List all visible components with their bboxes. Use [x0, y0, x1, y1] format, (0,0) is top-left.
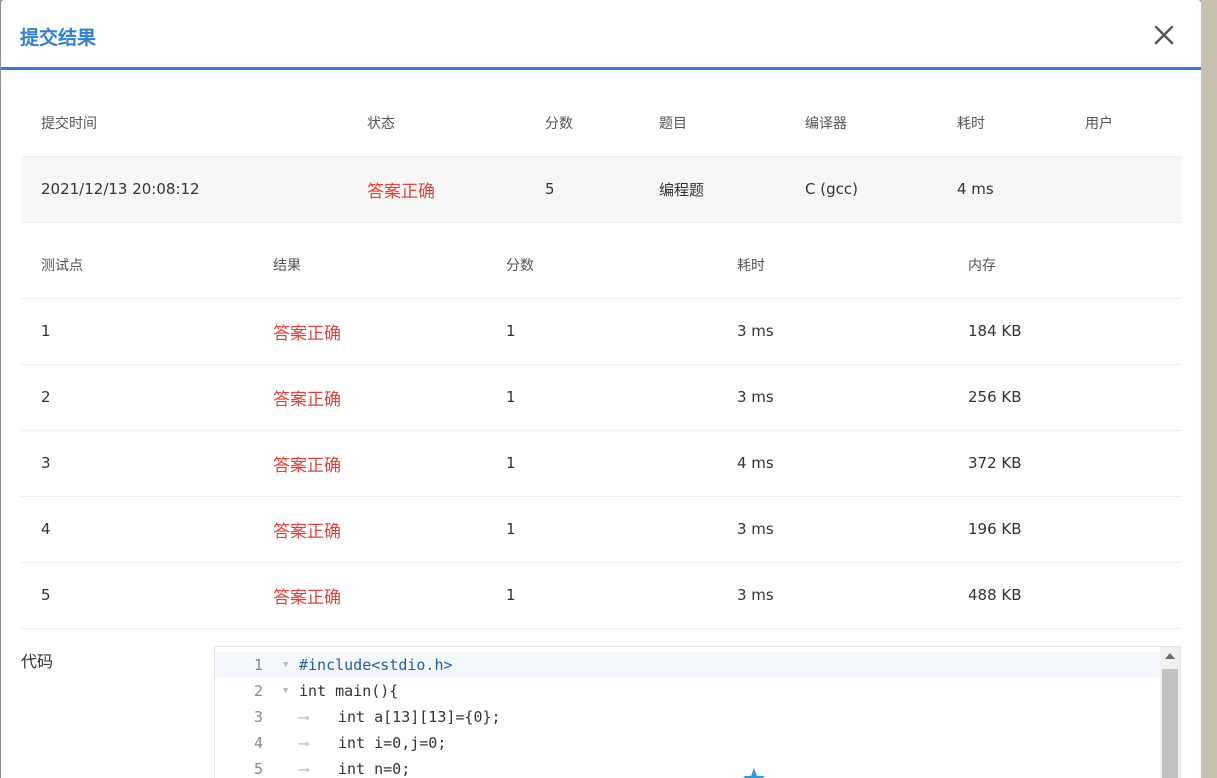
test-score: 1	[486, 562, 717, 629]
code-text: int i=0,j=0;	[338, 734, 447, 752]
test-memory: 372 KB	[948, 430, 1181, 497]
test-score: 1	[486, 298, 717, 365]
header-test-point: 测试点	[21, 232, 253, 299]
test-time: 4 ms	[717, 430, 948, 497]
line-number: 3	[253, 708, 263, 726]
header-test-time: 耗时	[717, 232, 948, 299]
code-line[interactable]: 3 ⟶ int a[13][13]={0};	[215, 704, 1162, 730]
line-number: 2	[253, 682, 263, 700]
header-status: 状态	[347, 90, 525, 157]
code-text: int a[13][13]={0};	[338, 708, 501, 726]
line-number: 5	[253, 760, 263, 778]
summary-row: 2021/12/13 20:08:12 答案正确 5 编程题 C (gcc) 4…	[21, 156, 1181, 223]
header-submit-time: 提交时间	[21, 90, 347, 157]
code-text: int main(){	[299, 682, 399, 700]
code-text: #include<stdio.h>	[299, 656, 453, 674]
code-line[interactable]: 2 ▼ int main(){	[215, 678, 1162, 704]
test-result: 答案正确	[253, 364, 486, 431]
header-result: 结果	[253, 232, 486, 299]
scroll-thumb[interactable]	[1162, 669, 1178, 778]
dialog-title: 提交结果	[20, 27, 97, 49]
close-button[interactable]	[1151, 22, 1177, 48]
code-line[interactable]: 4 ⟶ int i=0,j=0;	[215, 730, 1162, 756]
table-row: 3 答案正确 1 4 ms 372 KB	[21, 430, 1181, 497]
test-result: 答案正确	[253, 496, 486, 563]
code-text: int n=0;	[338, 760, 411, 778]
test-points-table: 测试点 结果 分数 耗时 内存 1 答案正确 1 3 ms 184 KB 2 答…	[21, 232, 1181, 629]
test-score: 1	[486, 496, 717, 563]
header-score: 分数	[525, 90, 639, 157]
test-point-id: 5	[21, 562, 253, 629]
table-row: 4 答案正确 1 3 ms 196 KB	[21, 496, 1181, 563]
test-point-id: 1	[21, 298, 253, 365]
status-badge: 答案正确	[347, 156, 525, 223]
summary-header-row: 提交时间 状态 分数 题目 编译器 耗时 用户	[21, 90, 1181, 157]
header-compiler: 编译器	[785, 90, 937, 157]
tests-header-row: 测试点 结果 分数 耗时 内存	[21, 232, 1181, 299]
code-line[interactable]: 1 ▼ #include<stdio.h>	[215, 652, 1162, 678]
test-point-id: 3	[21, 430, 253, 497]
header-problem: 题目	[639, 90, 785, 157]
tab-marker-icon: ⟶	[299, 708, 309, 726]
test-memory: 184 KB	[948, 298, 1181, 365]
header-elapsed: 耗时	[937, 90, 1065, 157]
tab-marker-icon: ⟶	[299, 760, 309, 778]
code-label: 代码	[21, 652, 54, 671]
compiler: C (gcc)	[785, 156, 937, 223]
submission-summary-table: 提交时间 状态 分数 题目 编译器 耗时 用户 2021/12/13 20:08…	[21, 90, 1181, 223]
vertical-scrollbar[interactable]	[1160, 647, 1180, 778]
test-memory: 488 KB	[948, 562, 1181, 629]
header-user: 用户	[1065, 90, 1181, 157]
test-time: 3 ms	[717, 496, 948, 563]
test-result: 答案正确	[253, 298, 486, 365]
submission-result-dialog: 提交结果 提交时间 状态 分数 题目 编译器 耗时 用户 2021/12/13 …	[1, 0, 1201, 778]
test-point-id: 4	[21, 496, 253, 563]
background-page-edge	[1201, 0, 1217, 778]
tab-marker-icon: ⟶	[299, 734, 309, 752]
test-memory: 256 KB	[948, 364, 1181, 431]
fold-arrow-icon[interactable]: ▼	[283, 652, 288, 678]
header-test-score: 分数	[486, 232, 717, 299]
floating-star-icon[interactable]	[741, 766, 767, 778]
test-score: 1	[486, 430, 717, 497]
test-time: 3 ms	[717, 364, 948, 431]
test-memory: 196 KB	[948, 496, 1181, 563]
test-point-id: 2	[21, 364, 253, 431]
test-result: 答案正确	[253, 562, 486, 629]
table-row: 2 答案正确 1 3 ms 256 KB	[21, 364, 1181, 431]
line-number: 1	[253, 656, 263, 674]
table-row: 5 答案正确 1 3 ms 488 KB	[21, 562, 1181, 629]
dialog-header: 提交结果	[1, 0, 1201, 70]
fold-arrow-icon[interactable]: ▼	[283, 678, 288, 704]
line-number: 4	[253, 734, 263, 752]
close-icon	[1154, 25, 1174, 45]
elapsed-time: 4 ms	[937, 156, 1065, 223]
test-score: 1	[486, 364, 717, 431]
code-line[interactable]: 5 ⟶ int n=0;	[215, 756, 1162, 778]
header-memory: 内存	[948, 232, 1181, 299]
test-time: 3 ms	[717, 562, 948, 629]
star-icon	[743, 768, 765, 778]
test-result: 答案正确	[253, 430, 486, 497]
test-time: 3 ms	[717, 298, 948, 365]
user	[1065, 156, 1181, 223]
code-editor[interactable]: 1 ▼ #include<stdio.h> 2 ▼ int main(){ 3 …	[214, 646, 1181, 778]
total-score: 5	[525, 156, 639, 223]
submit-time: 2021/12/13 20:08:12	[21, 156, 347, 223]
table-row: 1 答案正确 1 3 ms 184 KB	[21, 298, 1181, 365]
scroll-up-arrow-icon[interactable]	[1165, 653, 1175, 659]
problem-type: 编程题	[639, 156, 785, 223]
